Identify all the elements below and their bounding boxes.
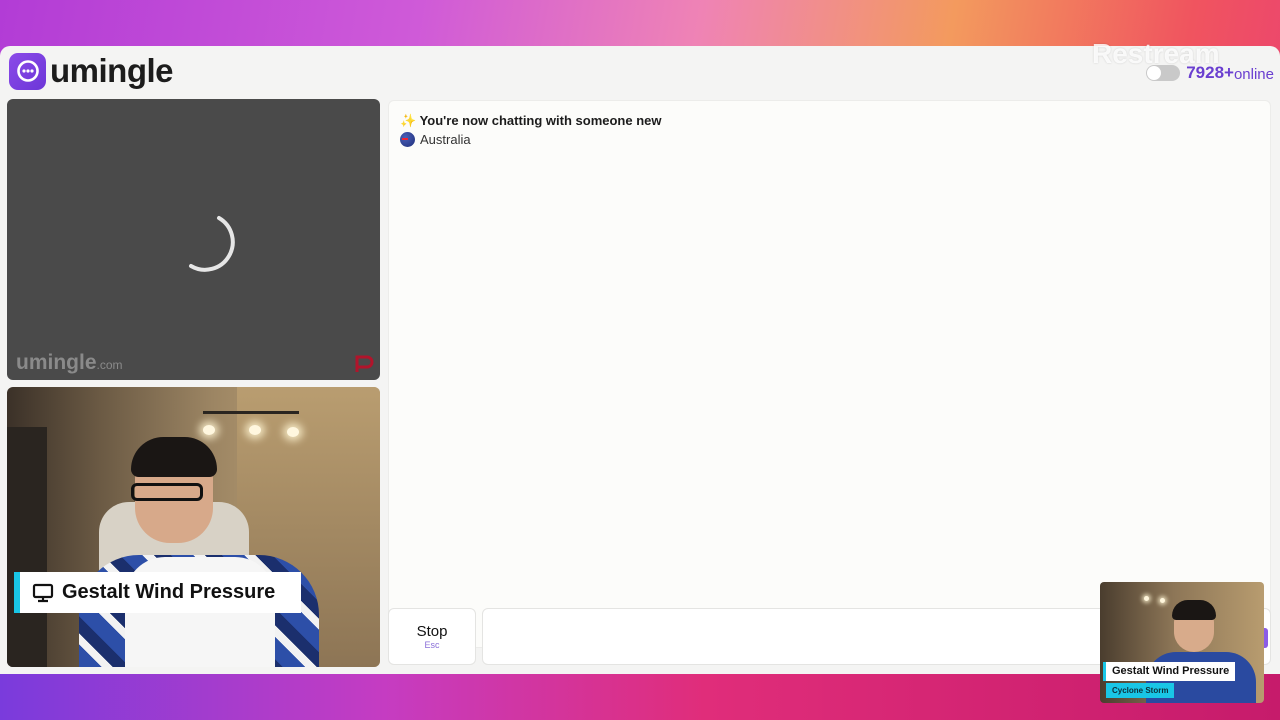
chat-status-message: ✨ You're now chatting with someone new [400, 113, 662, 129]
report-flag-icon[interactable] [354, 354, 374, 374]
chat-status-text: You're now chatting with someone new [419, 113, 662, 128]
background-bottom-band [0, 672, 1280, 720]
room-door [7, 427, 47, 667]
stop-button-label: Stop [416, 623, 448, 640]
ceiling-light [1144, 596, 1149, 601]
ceiling-light [287, 427, 299, 437]
person-hair [131, 437, 217, 477]
sparkles-icon: ✨ [400, 113, 417, 128]
monitor-icon [32, 583, 54, 602]
pip-name-overlay: Gestalt Wind Pressure [1103, 662, 1236, 681]
pip-person-hair [1172, 600, 1216, 620]
ceiling-light [1160, 598, 1165, 603]
ceiling-light [203, 425, 215, 435]
logo[interactable]: umingle [9, 52, 174, 90]
stop-button[interactable]: Stop Esc [388, 608, 476, 665]
light-track [203, 411, 299, 414]
stranger-video: umingle.com [7, 99, 380, 380]
picture-in-picture-camera: Gestalt Wind Pressure Cyclone Storm [1100, 582, 1264, 703]
online-count: 7928+ [1186, 62, 1234, 82]
logo-text: umingle [50, 52, 174, 89]
video-watermark-name: umingle [16, 351, 97, 374]
loading-spinner-icon [189, 216, 235, 272]
australia-flag-icon [400, 132, 415, 147]
pip-subtitle-overlay: Cyclone Storm [1106, 683, 1175, 698]
country-name: Australia [420, 132, 471, 147]
online-indicator: 7928+ online [1146, 62, 1274, 83]
chat-bubble-icon [9, 52, 46, 90]
video-watermark-domain: .com [96, 358, 123, 372]
stop-shortcut-hint: Esc [424, 640, 440, 650]
ceiling-light [249, 425, 261, 435]
name-lower-third: Gestalt Wind Pressure [14, 572, 301, 613]
person-glasses [131, 483, 203, 501]
stranger-country: Australia [400, 132, 471, 147]
online-label: online [1233, 66, 1274, 83]
theme-toggle[interactable] [1146, 64, 1181, 81]
self-video [7, 387, 380, 667]
chat-panel: ✨ You're now chatting with someone new A… [388, 100, 1271, 648]
name-lower-third-text: Gestalt Wind Pressure [62, 581, 276, 603]
video-watermark: umingle.com [16, 351, 123, 375]
